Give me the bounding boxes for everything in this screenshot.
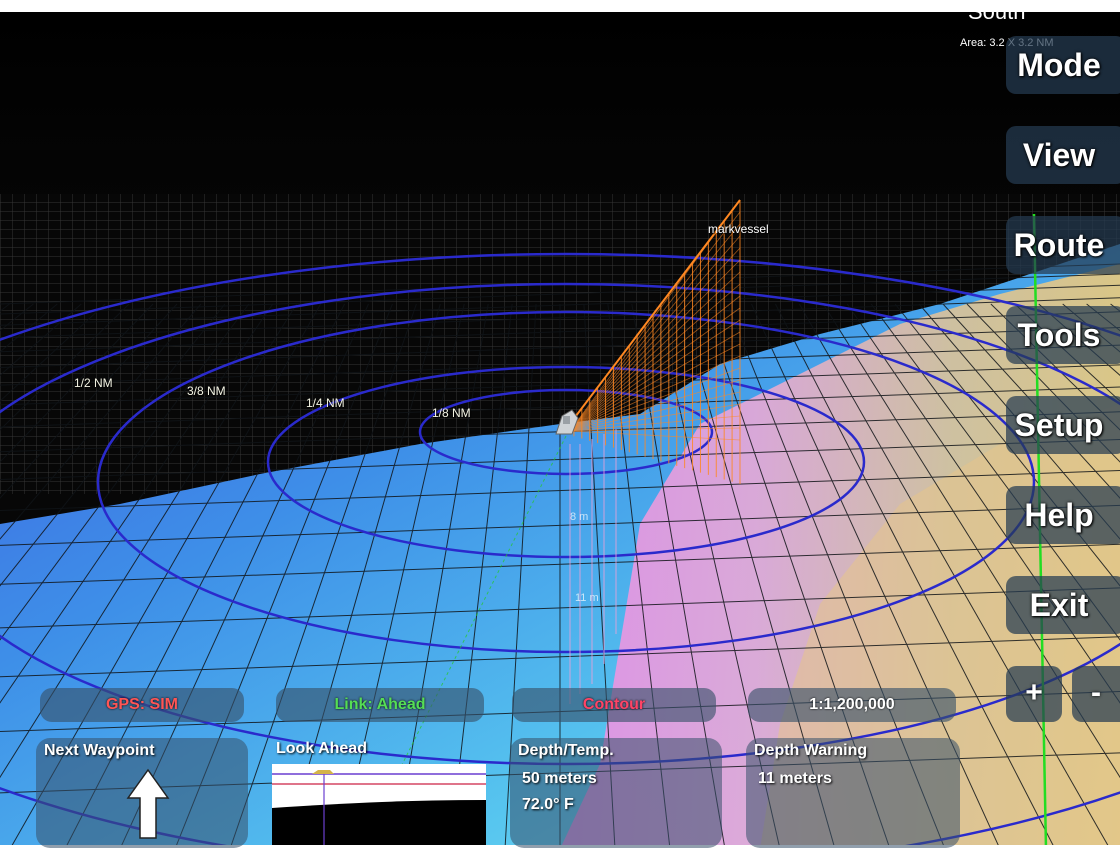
range-ring-label-3-8: 3/8 NM bbox=[187, 384, 226, 398]
depth-warning-title: Depth Warning bbox=[754, 742, 868, 759]
range-ring-label-1-8: 1/8 NM bbox=[432, 406, 471, 420]
zoom-out-button[interactable]: - bbox=[1072, 666, 1120, 722]
range-ring-label-1-2: 1/2 NM bbox=[74, 376, 113, 390]
svg-text:8 m: 8 m bbox=[570, 511, 588, 523]
zoom-in-button[interactable]: + bbox=[1006, 666, 1062, 722]
exit-button[interactable]: Exit bbox=[1006, 576, 1120, 634]
look-ahead-title: Look Ahead bbox=[276, 740, 367, 757]
tools-button[interactable]: Tools bbox=[1006, 306, 1120, 364]
depth-temp-panel[interactable]: Depth/Temp. 50 meters 72.0° F bbox=[510, 738, 722, 848]
vessel-name-label: markvessel bbox=[708, 222, 769, 236]
svg-text:11 m: 11 m bbox=[575, 592, 599, 604]
view-button[interactable]: View bbox=[1006, 126, 1120, 184]
mode-button[interactable]: Mode bbox=[1006, 36, 1120, 94]
next-waypoint-title: Next Waypoint bbox=[44, 742, 155, 759]
next-waypoint-panel[interactable]: Next Waypoint bbox=[36, 738, 248, 848]
route-button[interactable]: Route bbox=[1006, 216, 1120, 274]
setup-button[interactable]: Setup bbox=[1006, 396, 1120, 454]
link-status[interactable]: Link: Ahead bbox=[276, 688, 484, 722]
layer-status[interactable]: Contour bbox=[512, 688, 716, 722]
temperature-value: 72.0° F bbox=[522, 796, 574, 813]
depth-value: 50 meters bbox=[522, 770, 597, 787]
scale-status[interactable]: 1:1,200,000 bbox=[748, 688, 956, 722]
depth-warning-value: 11 meters bbox=[758, 770, 832, 787]
heading-label: South bbox=[968, 0, 1026, 24]
range-ring-label-1-4: 1/4 NM bbox=[306, 396, 345, 410]
depth-warning-panel[interactable]: Depth Warning 11 meters bbox=[746, 738, 960, 848]
up-arrow-icon bbox=[126, 768, 170, 839]
top-margin bbox=[0, 0, 1120, 8]
gps-status[interactable]: GPS: SIM bbox=[40, 688, 244, 722]
look-ahead-panel[interactable]: Look Ahead bbox=[272, 738, 486, 845]
look-ahead-profile bbox=[272, 764, 486, 845]
help-button[interactable]: Help bbox=[1006, 486, 1120, 544]
depth-temp-title: Depth/Temp. bbox=[518, 742, 614, 759]
